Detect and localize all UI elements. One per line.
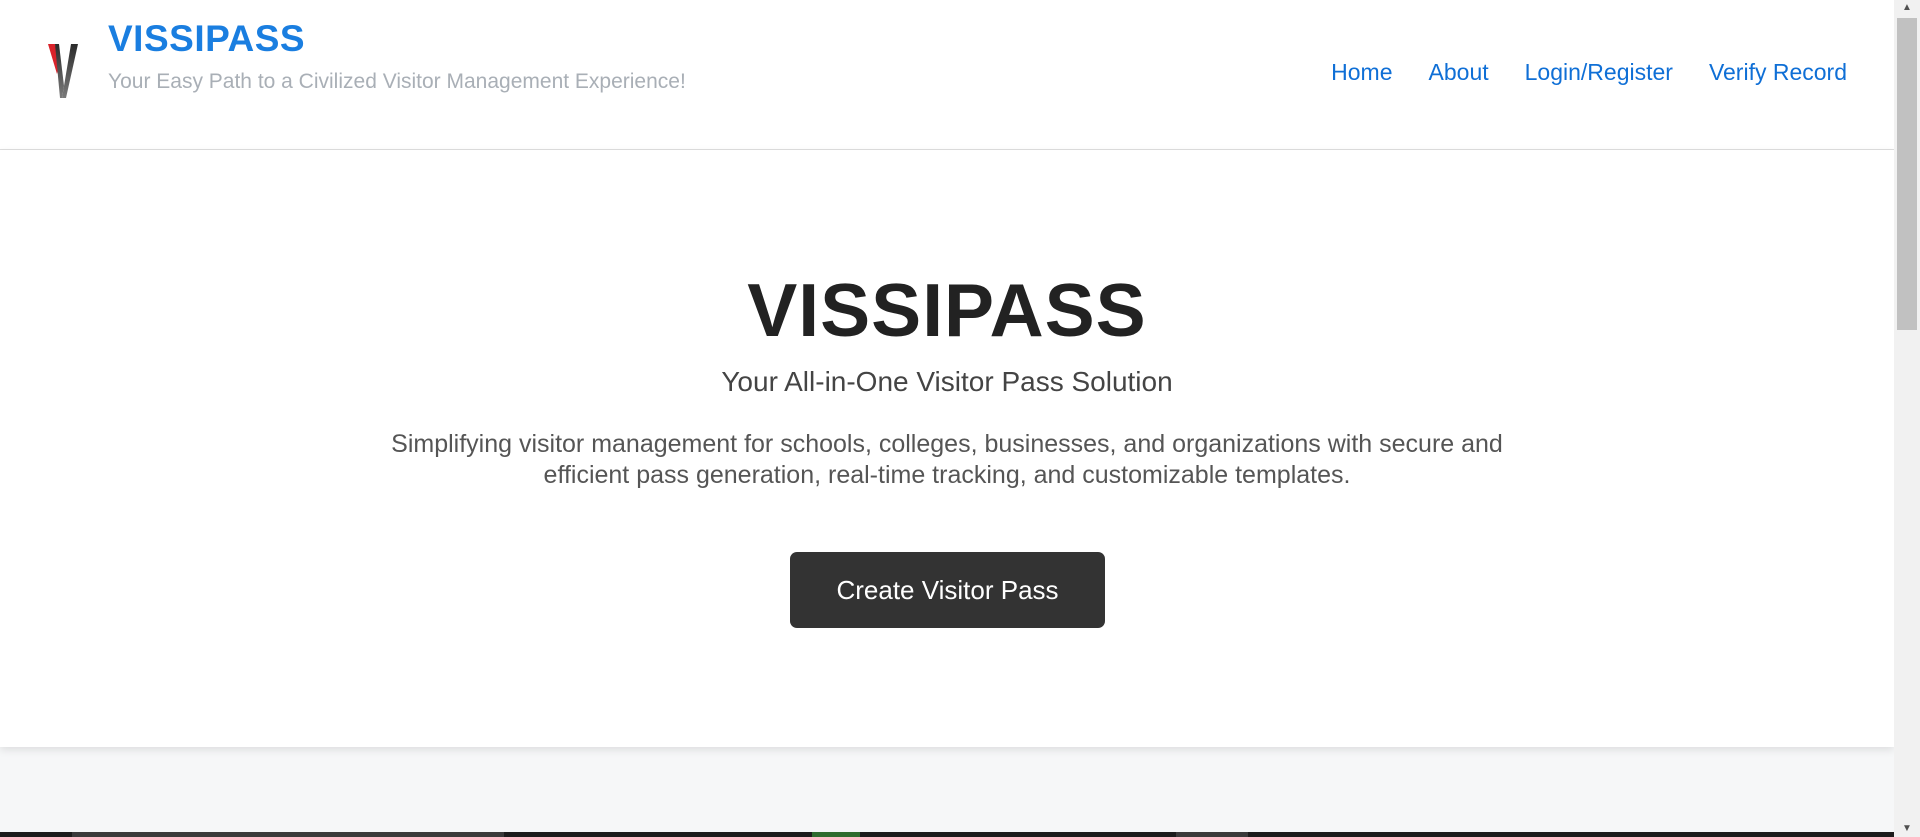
taskbar-segment [812,832,860,837]
scrollbar-thumb[interactable] [1897,18,1917,330]
vissipass-logo-icon[interactable] [46,40,80,102]
nav-link-about[interactable]: About [1429,57,1489,87]
hero-title: VISSIPASS [747,268,1147,352]
taskbar-segment [72,832,504,837]
browser-viewport: VISSIPASS Your Easy Path to a Civilized … [0,0,1894,837]
main-nav: Home About Login/Register Verify Record [1331,57,1847,87]
brand-title[interactable]: VISSIPASS [108,17,305,61]
hero-description: Simplifying visitor management for schoo… [391,430,1503,489]
bottom-taskbar-strip [0,832,1894,837]
page: VISSIPASS Your Easy Path to a Civilized … [0,0,1920,837]
taskbar-segment [1176,832,1248,837]
brand-tagline: Your Easy Path to a Civilized Visitor Ma… [108,70,686,93]
vertical-scrollbar[interactable]: ▲ ▼ [1894,0,1920,837]
create-visitor-pass-button[interactable]: Create Visitor Pass [790,552,1105,628]
scroll-up-arrow-icon[interactable]: ▲ [1894,0,1920,16]
hero-section: VISSIPASS Your All-in-One Visitor Pass S… [0,150,1894,747]
hero-subtitle: Your All-in-One Visitor Pass Solution [721,366,1173,397]
nav-link-verify-record[interactable]: Verify Record [1709,57,1847,87]
scroll-down-arrow-icon[interactable]: ▼ [1894,821,1920,837]
nav-link-login-register[interactable]: Login/Register [1525,57,1673,87]
nav-link-home[interactable]: Home [1331,57,1392,87]
site-header: VISSIPASS Your Easy Path to a Civilized … [0,0,1894,150]
